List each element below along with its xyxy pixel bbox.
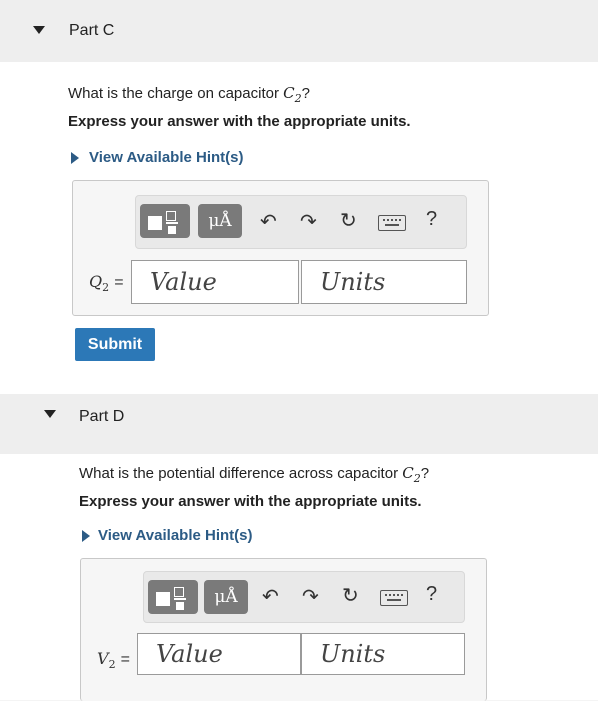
question-sub: 2 <box>413 472 421 485</box>
fraction-bar-icon <box>174 598 186 600</box>
redo-icon[interactable]: ↷ <box>302 584 319 609</box>
help-button[interactable]: ? <box>426 583 437 606</box>
keyboard-icon[interactable] <box>378 215 406 231</box>
label-eq: = <box>120 651 130 668</box>
units-input[interactable]: Units <box>301 260 467 304</box>
question-var: C <box>402 464 414 482</box>
math-toolbar: μÅ ↶ ↷ ↻ ? <box>143 571 465 623</box>
fraction-bar-icon <box>166 222 178 224</box>
template-denominator-icon <box>168 226 176 234</box>
part-d-answer-box: μÅ ↶ ↷ ↻ ? V2 = Value Units <box>80 558 487 701</box>
math-toolbar: μÅ ↶ ↷ ↻ ? <box>135 195 467 249</box>
part-d-title: Part D <box>79 408 125 425</box>
question-suffix: ? <box>301 85 310 102</box>
hint-caret-icon <box>82 530 90 542</box>
collapse-caret-icon[interactable] <box>44 410 56 418</box>
part-d-header[interactable]: Part D <box>0 394 598 454</box>
submit-button[interactable]: Submit <box>75 328 155 361</box>
reset-icon[interactable]: ↻ <box>340 208 357 233</box>
part-c-title: Part C <box>69 22 115 39</box>
units-button[interactable]: μÅ <box>204 580 248 614</box>
part-d-instruction: Express your answer with the appropriate… <box>79 493 422 510</box>
units-input[interactable]: Units <box>301 633 465 675</box>
units-button[interactable]: μÅ <box>198 204 242 238</box>
part-d-label: V2 = <box>97 649 130 671</box>
template-square-icon <box>166 211 176 221</box>
template-button[interactable] <box>140 204 190 238</box>
keyboard-icon[interactable] <box>380 590 408 606</box>
template-block-icon <box>148 216 162 230</box>
undo-icon[interactable]: ↶ <box>262 584 279 609</box>
part-c-hint-link[interactable]: View Available Hint(s) <box>89 149 244 166</box>
hint-caret-icon <box>71 152 79 164</box>
question-sub: 2 <box>294 92 302 105</box>
collapse-caret-icon[interactable] <box>33 26 45 34</box>
template-button[interactable] <box>148 580 198 614</box>
part-c-label: Q2 = <box>89 272 124 294</box>
part-c-instruction: Express your answer with the appropriate… <box>68 113 411 130</box>
value-input[interactable]: Value <box>131 260 299 304</box>
reset-icon[interactable]: ↻ <box>342 583 359 608</box>
part-d-question: What is the potential difference across … <box>79 464 429 485</box>
value-input[interactable]: Value <box>137 633 301 675</box>
keyboard-keys-icon <box>383 219 401 223</box>
question-suffix: ? <box>420 465 430 482</box>
label-var: V <box>97 649 109 668</box>
template-denominator-icon <box>176 602 184 610</box>
part-c-answer-box: μÅ ↶ ↷ ↻ ? Q2 = Value Units <box>72 180 489 316</box>
question-text: What is the charge on capacitor <box>68 85 279 102</box>
label-sub: 2 <box>108 658 116 672</box>
question-text: What is the potential difference across … <box>79 465 399 482</box>
part-c-question: What is the charge on capacitor C2? <box>68 84 310 105</box>
help-button[interactable]: ? <box>426 208 437 231</box>
undo-icon[interactable]: ↶ <box>260 209 277 234</box>
keyboard-keys-icon <box>385 594 403 598</box>
template-square-icon <box>174 587 184 597</box>
keyboard-space-icon <box>387 599 401 601</box>
part-d-hint-link[interactable]: View Available Hint(s) <box>98 527 253 544</box>
question-var: C <box>283 84 295 102</box>
label-var: Q <box>89 272 103 291</box>
part-c-header[interactable]: Part C <box>0 0 598 62</box>
redo-icon[interactable]: ↷ <box>300 209 317 234</box>
label-sub: 2 <box>102 281 110 295</box>
label-eq: = <box>114 274 124 291</box>
keyboard-space-icon <box>385 224 399 226</box>
template-block-icon <box>156 592 170 606</box>
